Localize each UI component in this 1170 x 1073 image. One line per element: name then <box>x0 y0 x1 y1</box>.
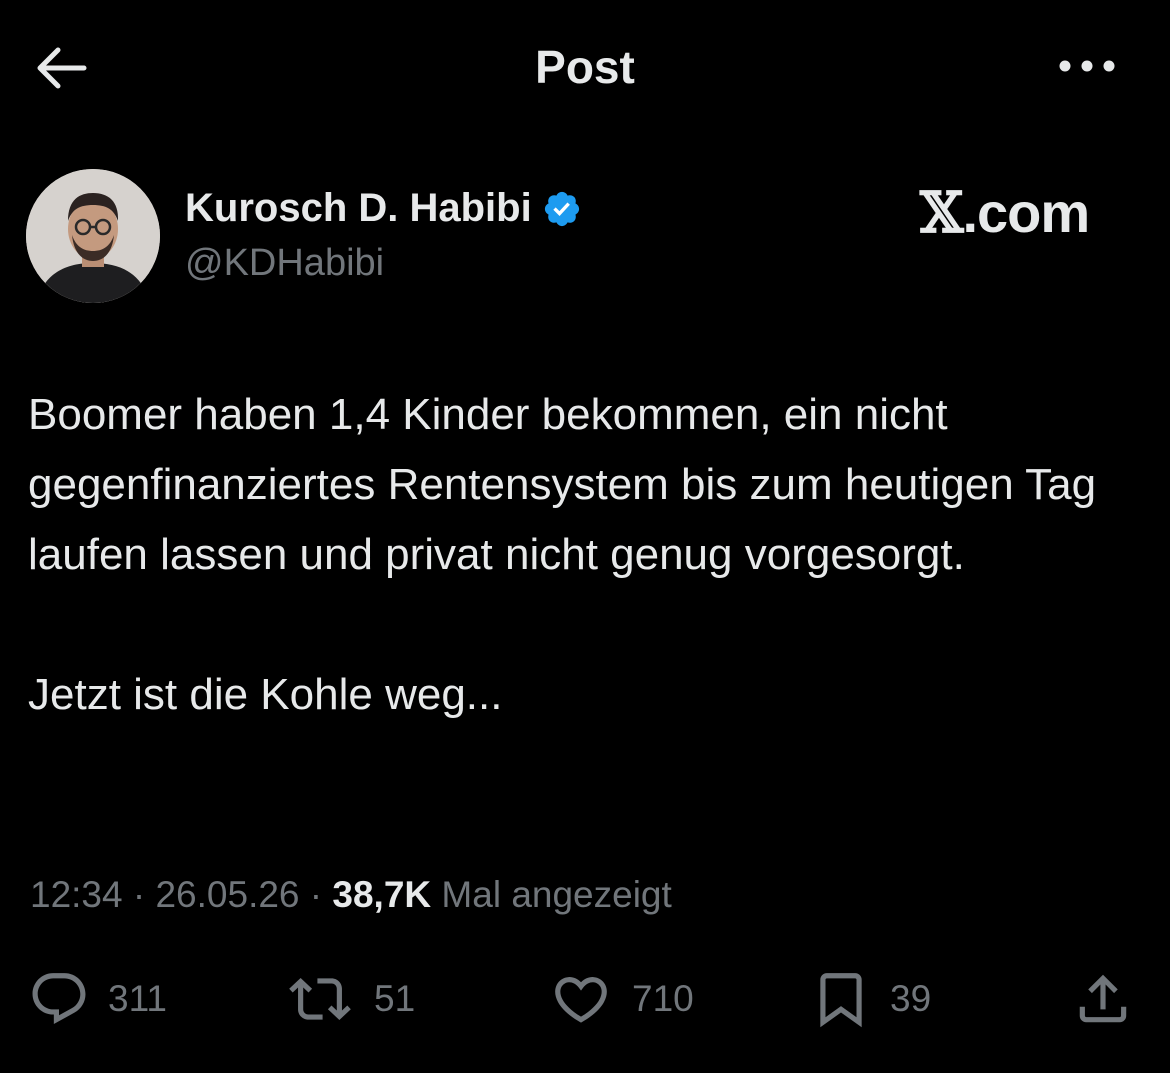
reply-count: 311 <box>108 978 167 1019</box>
like-button[interactable]: 710 <box>548 968 694 1030</box>
heart-icon <box>555 977 607 1023</box>
repost-icon <box>289 978 351 1020</box>
meta-separator: · <box>299 874 333 915</box>
post-paragraph: Boomer haben 1,4 Kinder bekommen, ein ni… <box>28 390 1097 579</box>
verified-badge-icon <box>544 191 579 226</box>
post-meta: 12:34 · 26.05.26 · 38,7K Mal angezeigt <box>30 874 672 916</box>
more-dots-icon <box>1059 60 1115 72</box>
share-button[interactable] <box>1072 968 1134 1030</box>
author-handle[interactable]: @KDHabibi <box>185 242 384 285</box>
author-name-row[interactable]: Kurosch D. Habibi <box>185 186 582 231</box>
watermark: 𝕏.com <box>920 180 1090 246</box>
author-name: Kurosch D. Habibi <box>185 186 532 230</box>
reply-button[interactable]: 311 <box>28 968 167 1030</box>
bookmark-icon <box>820 973 862 1028</box>
post-date: 26.05.26 <box>155 874 300 915</box>
avatar[interactable] <box>26 169 160 303</box>
meta-separator: · <box>122 874 156 915</box>
page-title: Post <box>535 41 635 93</box>
share-icon <box>1079 974 1127 1023</box>
bookmark-button[interactable]: 39 <box>810 968 931 1030</box>
views-count[interactable]: 38,7K <box>332 874 431 915</box>
x-logo: 𝕏 <box>920 180 963 246</box>
bookmark-count: 39 <box>890 978 932 1019</box>
post-text: Boomer haben 1,4 Kinder bekommen, ein ni… <box>28 380 1148 730</box>
like-count: 710 <box>632 978 694 1019</box>
post-paragraph: Jetzt ist die Kohle weg... <box>28 670 503 719</box>
more-button[interactable] <box>1052 46 1122 86</box>
repost-count: 51 <box>374 978 416 1019</box>
watermark-suffix: .com <box>962 181 1090 244</box>
avatar-image <box>26 169 160 303</box>
views-label: Mal angezeigt <box>431 874 672 915</box>
post-time: 12:34 <box>30 874 123 915</box>
repost-button[interactable]: 51 <box>284 968 415 1030</box>
reply-icon <box>32 973 86 1025</box>
